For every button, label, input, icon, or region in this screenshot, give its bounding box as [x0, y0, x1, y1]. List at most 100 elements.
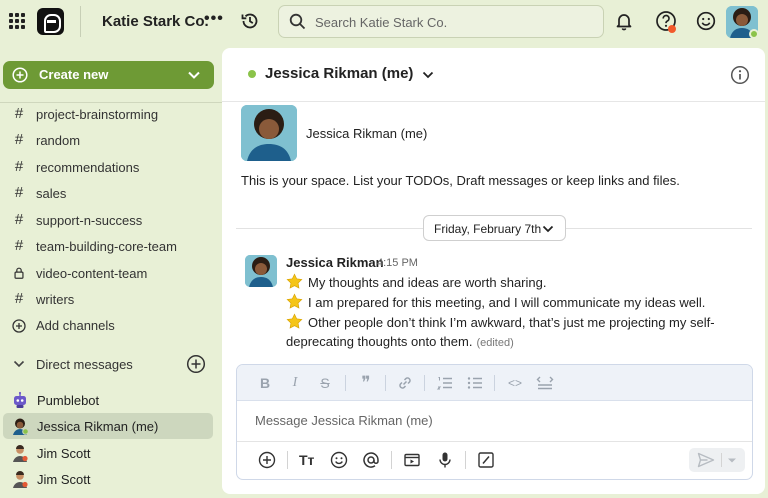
quote-button[interactable]: ❞ [357, 374, 375, 392]
add-dm-icon[interactable] [186, 354, 206, 374]
more-options-icon[interactable]: ••• [204, 10, 224, 28]
workspace-name[interactable]: Katie Stark Co. [102, 13, 209, 30]
message-avatar[interactable] [245, 255, 277, 287]
divider [721, 453, 722, 467]
channel-name: sales [36, 186, 67, 201]
user-avatar-icon [13, 418, 29, 435]
hash-icon: # [14, 131, 24, 148]
create-new-button[interactable]: Create new [3, 61, 214, 89]
sidebar-dm-pumblebot[interactable]: Pumblebot [3, 387, 213, 413]
sidebar-dm-jim-scott[interactable]: Jim Scott [3, 466, 213, 492]
channel-title[interactable]: Jessica Rikman (me) [265, 65, 413, 82]
add-channels-label: Add channels [36, 318, 115, 333]
message-time: 4:15 PM [377, 257, 418, 269]
intro-text: This is your space. List your TODOs, Dra… [241, 173, 680, 188]
strikethrough-button[interactable]: S [316, 374, 334, 392]
hash-icon: # [14, 158, 24, 175]
chevron-down-icon[interactable] [727, 457, 737, 464]
slash-command-icon[interactable] [477, 451, 495, 469]
message-text: deprecating thoughts onto them. [286, 334, 473, 349]
message-composer: B I S ❞ <> Message Jessica Rikman (me) T… [236, 364, 753, 480]
link-icon[interactable] [396, 374, 414, 392]
channel-name: team-building-core-team [36, 239, 177, 254]
edited-label: (edited) [476, 337, 514, 349]
mention-icon[interactable] [362, 451, 380, 469]
chevron-down-icon [542, 225, 554, 233]
emoji-icon[interactable] [330, 451, 348, 469]
create-new-label: Create new [39, 67, 109, 82]
date-jump-button[interactable]: Friday, February 7th [423, 215, 566, 241]
chevron-down-icon[interactable] [422, 70, 434, 80]
apps-grid-icon[interactable] [9, 13, 25, 29]
code-button[interactable]: <> [506, 374, 524, 392]
message-text: I am prepared for this meeting, and I wi… [308, 295, 706, 310]
direct-messages-label: Direct messages [36, 357, 133, 372]
message-input[interactable] [255, 410, 735, 430]
send-icon [697, 452, 715, 468]
star-emoji-icon [286, 293, 303, 309]
sidebar-channel-writers[interactable]: # writers [0, 287, 222, 313]
sidebar-channel-random[interactable]: # random [0, 128, 222, 154]
divider [385, 375, 386, 391]
divider [465, 451, 466, 469]
divider [424, 375, 425, 391]
history-icon[interactable] [240, 11, 260, 31]
search-bar[interactable] [278, 5, 604, 38]
divider [345, 375, 346, 391]
bell-icon[interactable] [614, 11, 634, 31]
sidebar-channel-project-brainstorming[interactable]: # project-brainstorming [0, 102, 222, 128]
send-button[interactable] [689, 448, 745, 472]
direct-messages-header[interactable]: Direct messages [0, 352, 222, 376]
chevron-down-icon [13, 360, 25, 368]
numbered-list-icon[interactable] [436, 374, 454, 392]
microphone-icon[interactable] [436, 451, 454, 469]
channel-header: Jessica Rikman (me) [222, 48, 765, 102]
top-bar: Katie Stark Co. ••• [0, 0, 768, 44]
hash-icon: # [14, 105, 24, 122]
text-format-button[interactable]: Tт [299, 451, 317, 469]
italic-button[interactable]: I [286, 374, 304, 392]
code-block-icon[interactable] [536, 374, 554, 392]
intro-name: Jessica Rikman (me) [306, 126, 428, 141]
dm-name: Jessica Rikman (me) [37, 419, 159, 434]
chevron-down-icon [188, 71, 200, 79]
hash-icon: # [14, 211, 24, 228]
sidebar-channel-recommendations[interactable]: # recommendations [0, 155, 222, 181]
channel-name: support-n-success [36, 213, 143, 228]
sidebar-channel-video-content-team[interactable]: video-content-team [0, 261, 222, 287]
hash-icon: # [14, 237, 24, 254]
message-text: My thoughts and ideas are worth sharing. [308, 275, 547, 290]
divider [80, 6, 81, 37]
sidebar-dm-jim-scott[interactable]: Jim Scott [3, 440, 213, 466]
online-status-dot [248, 70, 256, 78]
sidebar-channel-support-n-success[interactable]: # support-n-success [0, 208, 222, 234]
attach-plus-icon[interactable] [258, 451, 276, 469]
plus-circle-icon [12, 67, 28, 83]
divider [287, 451, 288, 469]
info-icon[interactable] [730, 65, 750, 85]
sidebar-channel-team-building-core-team[interactable]: # team-building-core-team [0, 234, 222, 260]
search-input[interactable] [315, 12, 595, 32]
video-clip-icon[interactable] [403, 451, 421, 469]
date-label: Friday, February 7th [434, 222, 542, 236]
divider [391, 451, 392, 469]
app-logo[interactable] [37, 8, 64, 35]
sidebar-dm-jessica-rikman[interactable]: Jessica Rikman (me) [3, 413, 213, 439]
status-emoji-icon[interactable] [696, 11, 716, 31]
star-emoji-icon [286, 313, 303, 329]
dm-name: Jim Scott [37, 472, 91, 487]
format-toolbar: B I S ❞ <> [237, 365, 752, 401]
sidebar-channel-sales[interactable]: # sales [0, 181, 222, 207]
online-status-dot [749, 29, 759, 39]
channel-name: video-content-team [36, 266, 148, 281]
channel-name: writers [36, 292, 75, 307]
intro-avatar [241, 105, 297, 161]
bullet-list-icon[interactable] [466, 374, 484, 392]
bold-button[interactable]: B [256, 374, 274, 392]
message-author[interactable]: Jessica Rikman [286, 255, 384, 270]
add-channels-button[interactable]: Add channels [0, 313, 222, 339]
channel-name: recommendations [36, 160, 140, 175]
message-line: deprecating thoughts onto them. (edited) [286, 334, 514, 349]
lock-icon [14, 267, 24, 279]
message-text: Other people don’t think I’m awkward, th… [308, 315, 715, 330]
